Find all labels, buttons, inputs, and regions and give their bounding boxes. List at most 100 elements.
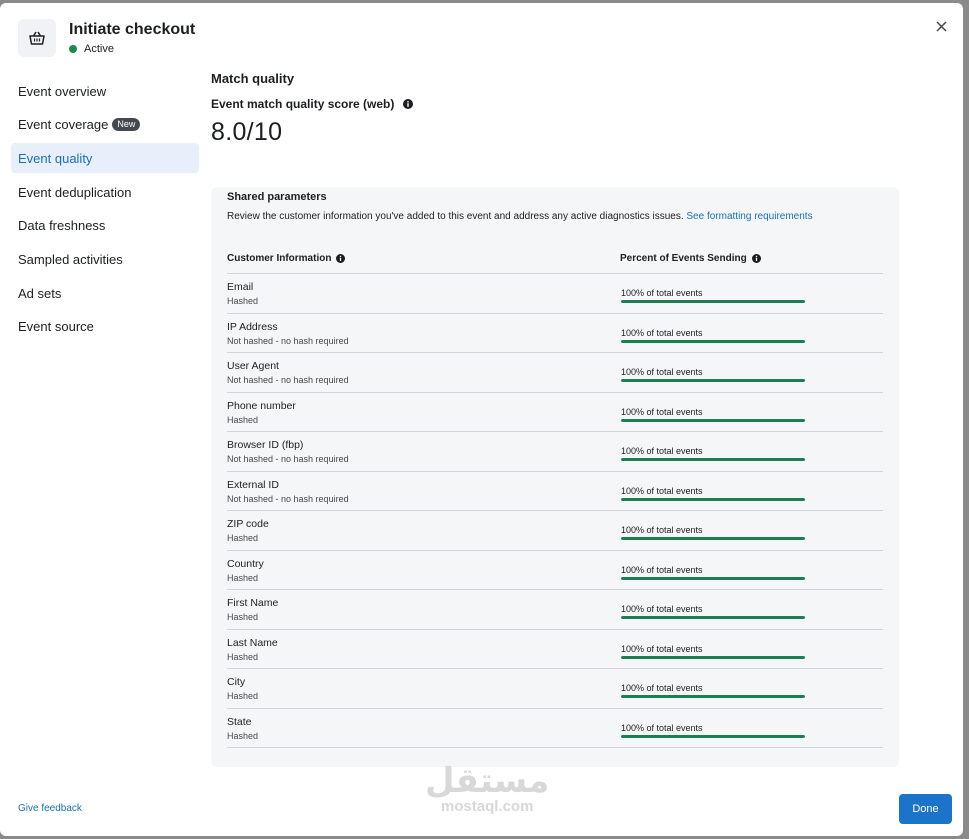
progress-bar-fill [621,458,805,461]
parameter-name: ZIP code [227,518,269,530]
percent-label: 100% of total events [621,406,703,417]
percent-label: 100% of total events [621,485,703,496]
parameter-hash-status: Hashed [227,296,259,306]
parameter-hash-status: Not hashed - no hash required [227,493,349,504]
table-row: City Hashed 100% of total events [227,669,883,709]
status-indicator: Active [69,43,114,55]
sidebar-item-event-overview[interactable]: Event overview [11,76,199,106]
watermark-latin: mostaql.com [440,798,534,815]
match-quality-score: 8.0/10 [211,118,283,146]
sidebar-item-ad-sets[interactable]: Ad sets [11,278,199,308]
progress-bar [621,616,805,619]
progress-bar-fill [621,576,805,580]
percent-label: 100% of total events [621,525,703,535]
column-header-label: Customer Information [227,253,332,264]
progress-bar-fill [621,734,805,738]
progress-bar-fill [621,497,805,501]
parameter-hash-status: Not hashed - no hash required [227,454,349,464]
table-row: Phone number Hashed 100% of total events [227,393,883,432]
shared-parameters-panel: Shared parameters Review the customer in… [211,187,899,767]
sidebar-item-event-source[interactable]: Event source [11,312,199,342]
progress-bar [621,537,805,540]
progress-bar-fill [621,616,805,619]
give-feedback-link[interactable]: Give feedback [18,803,82,814]
info-icon[interactable] [751,254,761,263]
parameter-name: User Agent [227,360,279,372]
sidebar-item-label: Event overview [18,83,107,99]
sidebar-item-sampled-activities[interactable]: Sampled activities [11,244,199,274]
table-row: Country Hashed 100% of total events [227,551,883,590]
sidebar-item-label: Sampled activities [18,251,123,267]
progress-bar [621,576,805,580]
percent-label: 100% of total events [621,288,703,298]
progress-bar-fill [621,379,805,382]
percent-label: 100% of total events [621,367,703,377]
percent-label: 100% of total events [621,327,703,338]
watermark: مستقل mostaql.com [425,763,549,815]
percent-label: 100% of total events [621,564,703,575]
dialog-title: Initiate checkout [69,21,196,38]
parameter-name: Browser ID (fbp) [227,439,304,451]
sidebar-item-data-freshness[interactable]: Data freshness [11,211,199,241]
percent-label: 100% of total events [621,683,703,693]
sidebar-item-label: Event deduplication [18,184,132,200]
progress-bar [621,339,805,343]
table-row: Last Name Hashed 100% of total events [227,630,883,669]
progress-bar [621,418,805,422]
sidebar-item-event-deduplication[interactable]: Event deduplication [11,177,199,207]
parameter-hash-status: Not hashed - no hash required [227,375,349,385]
progress-bar [621,734,805,738]
table-row: State Hashed 100% of total events [227,709,883,748]
parameter-hash-status: Hashed [227,730,259,741]
table-row: Browser ID (fbp) Not hashed - no hash req… [227,432,883,472]
parameter-hash-status: Hashed [227,691,259,701]
panel-description-text: Review the customer information you've a… [227,211,684,222]
parameter-name: IP Address [227,320,278,333]
progress-bar [621,300,805,303]
percent-label: 100% of total events [621,722,703,733]
formatting-requirements-link[interactable]: See formatting requirements [686,211,812,222]
parameter-name: Last Name [227,636,278,649]
table-row: IP Address Not hashed - no hash required 1… [227,314,883,353]
watermark-arabic: مستقل [425,761,550,801]
progress-bar [621,695,805,698]
column-header-customer-info: Customer Information [227,253,346,264]
parameter-hash-status: Hashed [227,572,259,583]
sidebar-item-label: Ad sets [18,285,62,301]
table-row: ZIP code Hashed 100% of total events [227,511,883,551]
column-header-percent: Percent of Events Sending [620,253,761,264]
status-label: Active [84,43,114,55]
parameter-name: First Name [227,597,279,609]
parameter-hash-status: Hashed [227,414,259,425]
done-button[interactable]: Done [899,794,952,824]
score-label: Event match quality score (web) [211,97,395,111]
close-icon [935,20,947,32]
table-row: User Agent Not hashed - no hash required 1… [227,353,883,393]
shopping-basket-icon [18,19,56,57]
parameter-hash-status: Hashed [227,651,259,662]
new-badge: New [112,118,141,132]
match-quality-section: Match quality Event match quality score … [211,71,899,147]
sidebar-item-label: Data freshness [18,218,106,234]
percent-label: 100% of total events [621,604,703,614]
parameter-hash-status: Hashed [227,533,259,543]
sidebar-item-event-quality[interactable]: Event quality [11,143,199,174]
progress-bar [621,458,805,461]
event-details-dialog: Initiate checkout Active Event overview E… [0,3,963,836]
progress-bar [621,655,805,659]
progress-bar-fill [621,300,805,303]
sidebar-item-label: Event source [18,319,94,335]
sidebar-nav: Event overview Event coverage New Event qua… [11,76,199,346]
info-icon[interactable] [403,99,414,109]
sidebar-item-event-coverage[interactable]: Event coverage New [11,110,199,140]
table-row: First Name Hashed 100% of total events [227,590,883,630]
close-button[interactable] [933,18,949,34]
section-title: Match quality [211,71,295,86]
score-label-row: Event match quality score (web) [211,97,899,111]
panel-description: Review the customer information you've a… [227,209,847,225]
progress-bar-fill [621,418,805,422]
parameter-hash-status: Not hashed - no hash required [227,335,349,346]
percent-label: 100% of total events [621,643,703,654]
progress-bar-fill [621,339,805,343]
info-icon[interactable] [336,254,346,263]
